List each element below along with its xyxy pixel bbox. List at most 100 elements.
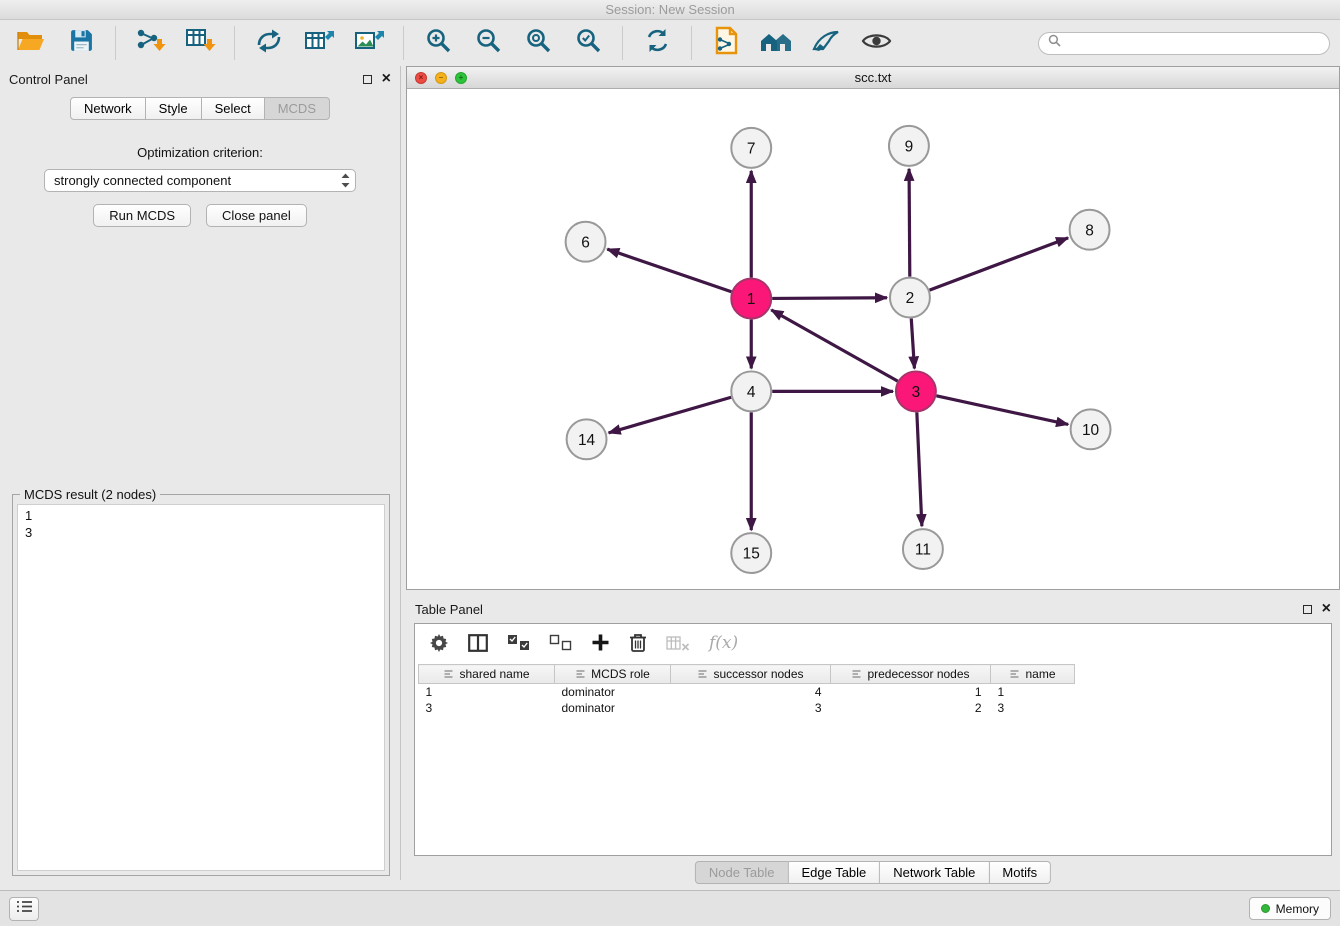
dropdown-stepper-icon xyxy=(340,172,351,189)
node-15[interactable]: 15 xyxy=(731,533,771,573)
mcds-result-list[interactable]: 13 xyxy=(17,504,385,871)
table-cell[interactable]: 3 xyxy=(991,700,1075,716)
zoom-fit-button[interactable] xyxy=(517,26,559,60)
column-edit-icon xyxy=(575,669,586,679)
home-button[interactable] xyxy=(755,26,797,60)
optimization-dropdown[interactable]: strongly connected component xyxy=(44,169,356,192)
node-label: 7 xyxy=(747,140,756,157)
column-header-predecessor-nodes[interactable]: predecessor nodes xyxy=(831,665,991,684)
table-cell[interactable]: 2 xyxy=(831,700,991,716)
delete-row-icon[interactable] xyxy=(629,632,647,653)
select-all-icon[interactable] xyxy=(507,634,530,651)
search-input[interactable] xyxy=(1067,36,1320,50)
export-table-button[interactable] xyxy=(298,26,340,60)
table-cell[interactable]: 1 xyxy=(419,684,555,701)
mcds-result-title: MCDS result (2 nodes) xyxy=(20,487,160,502)
memory-label: Memory xyxy=(1276,902,1319,916)
network-canvas[interactable]: 7 9 6 8 1 2 4 3 14 10 15 11 xyxy=(407,90,1339,589)
node-label: 9 xyxy=(905,138,914,155)
task-history-button[interactable] xyxy=(9,897,39,921)
edge-3-1[interactable] xyxy=(771,310,897,381)
table-cell[interactable]: dominator xyxy=(555,684,671,701)
edge-2-8[interactable] xyxy=(930,238,1069,290)
export-image-button[interactable] xyxy=(348,26,390,60)
edge-3-11[interactable] xyxy=(917,412,922,526)
column-header-mcds-role[interactable]: MCDS role xyxy=(555,665,671,684)
node-14[interactable]: 14 xyxy=(567,419,607,459)
table-cell[interactable]: 4 xyxy=(671,684,831,701)
control-panel-header: Control Panel × xyxy=(0,66,400,92)
memory-button[interactable]: Memory xyxy=(1249,897,1331,920)
table-cell[interactable]: 1 xyxy=(991,684,1075,701)
style-brush-button[interactable] xyxy=(805,26,847,60)
edge-1-2[interactable] xyxy=(772,298,887,299)
tab-edge-table[interactable]: Edge Table xyxy=(788,861,880,884)
edge-2-3[interactable] xyxy=(911,318,914,368)
tab-motifs[interactable]: Motifs xyxy=(989,861,1051,884)
node-3[interactable]: 3 xyxy=(896,371,936,411)
gear-icon[interactable] xyxy=(429,633,449,653)
refresh-button[interactable] xyxy=(636,26,678,60)
tab-style[interactable]: Style xyxy=(146,97,202,120)
tab-mcds[interactable]: MCDS xyxy=(265,97,330,120)
node-1[interactable]: 1 xyxy=(731,279,771,319)
toolbar-separator xyxy=(691,26,692,60)
edge-2-9[interactable] xyxy=(909,169,910,277)
delete-column-icon[interactable] xyxy=(666,635,690,651)
node-11[interactable]: 11 xyxy=(903,529,943,569)
node-label: 4 xyxy=(747,384,756,401)
edge-3-10[interactable] xyxy=(936,396,1068,425)
close-table-panel-icon[interactable]: × xyxy=(1322,604,1331,614)
save-session-button[interactable] xyxy=(60,26,102,60)
column-header-name[interactable]: name xyxy=(991,665,1075,684)
column-header-shared-name[interactable]: shared name xyxy=(419,665,555,684)
app-window: Session: New Session xyxy=(0,0,1340,926)
network-graph[interactable]: 7 9 6 8 1 2 4 3 14 10 15 11 xyxy=(407,90,1339,589)
table-cell[interactable]: 3 xyxy=(671,700,831,716)
table-cell[interactable]: dominator xyxy=(555,700,671,716)
tab-network-table[interactable]: Network Table xyxy=(880,861,989,884)
deselect-all-icon[interactable] xyxy=(549,634,572,651)
new-network-button[interactable] xyxy=(248,26,290,60)
node-6[interactable]: 6 xyxy=(566,222,606,262)
column-edit-icon xyxy=(1009,669,1020,679)
float-panel-icon[interactable] xyxy=(363,75,372,84)
float-table-panel-icon[interactable] xyxy=(1303,605,1312,614)
close-panel-icon[interactable]: × xyxy=(382,74,391,84)
node-4[interactable]: 4 xyxy=(731,371,771,411)
zoom-window-button[interactable]: + xyxy=(455,72,467,84)
open-session-button[interactable] xyxy=(10,26,52,60)
node-2[interactable]: 2 xyxy=(890,278,930,318)
import-table-button[interactable] xyxy=(179,26,221,60)
table-row[interactable]: 1dominator411 xyxy=(419,684,1075,701)
close-panel-button[interactable]: Close panel xyxy=(206,204,307,227)
edge-4-14[interactable] xyxy=(609,397,732,433)
table-panel-title: Table Panel xyxy=(415,602,483,617)
column-header-successor-nodes[interactable]: successor nodes xyxy=(671,665,831,684)
search-box[interactable] xyxy=(1038,32,1330,55)
node-9[interactable]: 9 xyxy=(889,126,929,166)
eye-button[interactable] xyxy=(855,26,897,60)
run-mcds-button[interactable]: Run MCDS xyxy=(93,204,191,227)
minimize-window-button[interactable]: – xyxy=(435,72,447,84)
tab-select[interactable]: Select xyxy=(202,97,265,120)
edge-1-6[interactable] xyxy=(607,249,731,292)
table-row[interactable]: 3dominator323 xyxy=(419,700,1075,716)
zoom-in-button[interactable] xyxy=(417,26,459,60)
table-cell[interactable]: 1 xyxy=(831,684,991,701)
table-cell[interactable]: 3 xyxy=(419,700,555,716)
node-7[interactable]: 7 xyxy=(731,128,771,168)
export-table-icon xyxy=(304,27,335,59)
tab-network[interactable]: Network xyxy=(70,97,146,120)
node-10[interactable]: 10 xyxy=(1071,409,1111,449)
zoom-out-button[interactable] xyxy=(467,26,509,60)
import-network-button[interactable] xyxy=(129,26,171,60)
annotations-button[interactable] xyxy=(705,26,747,60)
zoom-selected-button[interactable] xyxy=(567,26,609,60)
node-8[interactable]: 8 xyxy=(1070,210,1110,250)
tab-node-table[interactable]: Node Table xyxy=(695,861,789,884)
add-row-icon[interactable] xyxy=(591,633,610,652)
close-window-button[interactable]: × xyxy=(415,72,427,84)
function-builder-icon[interactable]: f(x) xyxy=(709,633,738,653)
columns-icon[interactable] xyxy=(468,634,488,652)
